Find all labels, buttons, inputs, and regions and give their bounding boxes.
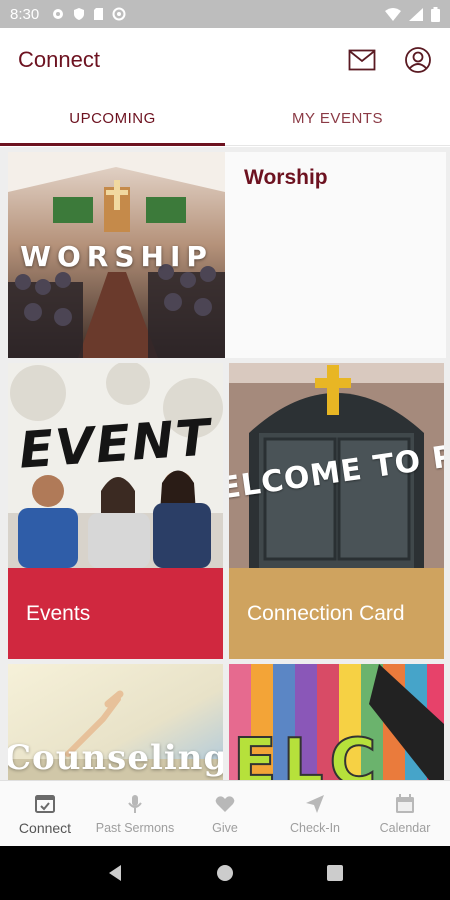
card-events[interactable]: EVENT Events — [8, 363, 223, 659]
card-worship-title: Worship — [244, 166, 328, 189]
calendar-check-icon — [35, 794, 55, 813]
nav-past-sermons[interactable]: Past Sermons — [90, 781, 180, 846]
system-nav-bar — [0, 846, 450, 900]
card-worship[interactable]: WORSHIP Worship — [8, 152, 446, 358]
account-icon[interactable] — [404, 46, 432, 74]
status-right-icons — [385, 6, 440, 22]
battery-icon — [431, 6, 440, 22]
card-connection-banner: Connection Card — [229, 568, 444, 659]
send-icon — [306, 794, 324, 813]
nav-give[interactable]: Give — [180, 781, 270, 846]
card-events-title: Events — [26, 601, 91, 625]
status-time: 8:30 — [10, 5, 40, 23]
nav-check-in-label: Check-In — [289, 820, 341, 835]
nav-calendar-label: Calendar — [379, 820, 431, 835]
back-icon[interactable] — [106, 864, 124, 882]
nav-calendar[interactable]: Calendar — [360, 781, 450, 846]
page-title: Connect — [18, 47, 100, 72]
tab-upcoming[interactable]: UPCOMING — [0, 92, 225, 146]
mail-icon[interactable] — [348, 49, 376, 71]
sync-icon — [112, 7, 126, 21]
events-grid: WORSHIP Worship EVENT Events ELCOME TO P… — [0, 147, 450, 780]
tab-bar: UPCOMING MY EVENTS — [0, 92, 450, 146]
card-events-banner: Events — [8, 568, 223, 659]
home-icon[interactable] — [216, 864, 234, 882]
card-connection[interactable]: ELCOME TO P Connection Card — [229, 363, 444, 659]
card-counseling[interactable]: Counseling — [8, 664, 223, 780]
status-icons — [51, 7, 126, 21]
heart-icon — [215, 795, 235, 812]
colors-image-text: ELC — [232, 725, 383, 780]
status-bar: 8:30 — [0, 0, 450, 28]
nav-check-in[interactable]: Check-In — [270, 781, 360, 846]
nav-connect[interactable]: Connect — [0, 781, 90, 846]
connection-image: ELCOME TO P — [229, 363, 444, 568]
card-colors[interactable]: ELC — [229, 664, 444, 780]
nav-connect-label: Connect — [18, 819, 72, 836]
app-bar-actions — [348, 46, 432, 74]
card-connection-title: Connection Card — [247, 601, 405, 625]
tab-my-events[interactable]: MY EVENTS — [225, 92, 450, 145]
calendar-icon — [396, 793, 414, 813]
nav-past-sermons-label: Past Sermons — [95, 820, 175, 835]
app-bar: Connect — [0, 28, 450, 92]
sd-card-icon — [94, 8, 104, 20]
signal-icon — [409, 7, 423, 21]
worship-image-text: WORSHIP — [20, 240, 213, 273]
gear-icon — [53, 9, 64, 19]
microphone-icon — [128, 794, 142, 813]
nav-give-label: Give — [212, 820, 238, 835]
wifi-icon — [385, 7, 401, 21]
shield-icon — [74, 8, 85, 20]
counseling-image-text: Counseling — [8, 738, 223, 778]
bottom-nav: Connect Past Sermons Give Check-In Calen… — [0, 780, 450, 846]
recents-icon[interactable] — [326, 864, 344, 882]
worship-image: WORSHIP — [8, 152, 225, 358]
events-image: EVENT — [8, 363, 223, 568]
